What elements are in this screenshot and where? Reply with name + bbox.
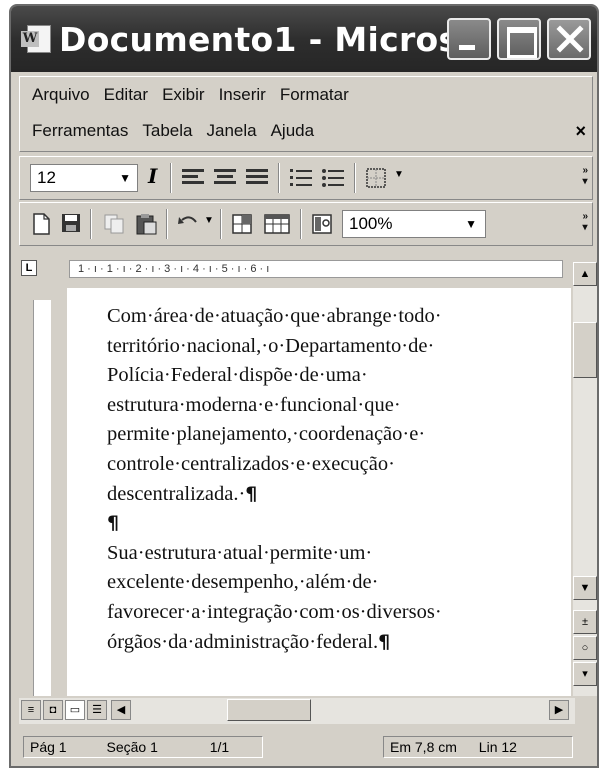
italic-button[interactable]: I [148, 164, 157, 188]
print-view-icon[interactable]: ▭ [65, 700, 85, 720]
menu-exibir[interactable]: Exibir [162, 85, 205, 105]
status-position: Em 7,8 cm Lin 12 [383, 736, 573, 758]
scroll-right-button[interactable]: ▶ [549, 700, 569, 720]
status-line: Lin 12 [478, 739, 517, 755]
tab-selector[interactable]: L [21, 260, 37, 276]
text-line: favorecer·a·integração·com·os·diversos· [107, 600, 442, 623]
status-position-value: Em 7,8 cm [390, 739, 457, 755]
formatting-toolbar: 12 ▼ I ▼ » ▾ [19, 156, 593, 200]
status-page-of: 1/1 [209, 739, 230, 755]
align-center-icon[interactable] [212, 166, 238, 190]
insert-excel-icon[interactable] [262, 212, 292, 236]
doc-map-icon[interactable] [310, 212, 336, 236]
text-line: descentralizada.·¶ [107, 480, 547, 510]
scroll-up-button[interactable]: ▲ [573, 262, 597, 286]
text-line: órgãos·da·administração·federal.¶ [107, 628, 547, 658]
horizontal-ruler[interactable]: L 1 · ı · 1 · ı · 2 · ı · 3 · ı · 4 · ı … [19, 256, 593, 282]
new-document-icon[interactable] [30, 212, 52, 236]
word-app-icon[interactable]: W [19, 21, 55, 57]
save-icon[interactable] [60, 212, 82, 236]
menu-formatar[interactable]: Formatar [280, 85, 349, 105]
document-page[interactable]: Com·área·de·atuação·que·abrange·todo· te… [67, 288, 571, 696]
insert-table-icon[interactable] [230, 212, 256, 236]
menu-ferramentas[interactable]: Ferramentas [32, 121, 128, 141]
close-icon [556, 25, 584, 53]
menu-tabela[interactable]: Tabela [142, 121, 192, 141]
pilcrow-mark: ¶ [107, 512, 120, 535]
copy-icon[interactable] [102, 212, 128, 236]
font-size-select[interactable]: 12 ▼ [30, 164, 138, 192]
toolbar-options-icon[interactable]: » ▾ [582, 211, 588, 233]
chevron-down-icon: ▼ [465, 217, 477, 231]
align-left-icon[interactable] [180, 166, 206, 190]
scroll-down-button[interactable]: ▼ [573, 576, 597, 600]
text-line: controle·centralizados·e·execução· [107, 452, 395, 475]
text-line: estrutura·moderna·e·funcional·que· [107, 393, 401, 416]
text-line: Polícia·Federal·dispõe·de·uma· [107, 364, 368, 387]
text-line: Com·área·de·atuação·que·abrange·todo· [107, 305, 442, 327]
menu-arquivo[interactable]: Arquivo [32, 85, 90, 105]
previous-page-button[interactable]: ± [573, 610, 597, 634]
bulleted-list-icon[interactable] [320, 166, 346, 190]
menu-inserir[interactable]: Inserir [219, 85, 266, 105]
chevron-down-icon[interactable]: ▼ [394, 169, 404, 180]
maximize-button[interactable] [497, 18, 541, 60]
status-bar: Pág 1 Seção 1 1/1 Em 7,8 cm Lin 12 [19, 734, 593, 762]
menu-ajuda[interactable]: Ajuda [271, 121, 314, 141]
status-page-section: Pág 1 Seção 1 1/1 [23, 736, 263, 758]
end-mark: ¶ [378, 630, 391, 653]
menu-bar: Arquivo Editar Exibir Inserir Formatar F… [19, 76, 593, 152]
paste-icon[interactable] [134, 212, 160, 236]
text-line: território·nacional,·o·Departamento·de· [107, 334, 435, 357]
horizontal-scroll-thumb[interactable] [227, 699, 311, 721]
pilcrow-mark: ¶ [245, 482, 258, 505]
menu-janela[interactable]: Janela [206, 121, 256, 141]
outline-view-icon[interactable]: ☰ [87, 700, 107, 720]
font-size-value: 12 [37, 168, 56, 187]
word-window: W Documento1 - Microso... Arquivo Editar… [9, 4, 599, 768]
ruler-marks: 1 · ı · 1 · ı · 2 · ı · 3 · ı · 4 · ı · … [78, 263, 270, 275]
horizontal-scrollbar[interactable]: ≡ ◘ ▭ ☰ ◀ ▶ [19, 698, 575, 724]
document-body[interactable]: Com·área·de·atuação·que·abrange·todo· te… [107, 302, 547, 657]
chevron-down-icon[interactable]: ▼ [204, 215, 214, 226]
toolbar-options-icon[interactable]: » ▾ [582, 165, 588, 187]
select-browse-object-button[interactable]: ○ [573, 636, 597, 660]
text-line-content: órgãos·da·administração·federal. [107, 630, 379, 653]
status-section: Seção 1 [106, 739, 158, 755]
undo-icon[interactable] [176, 212, 202, 236]
zoom-value: 100% [349, 214, 393, 233]
text-line-content: descentralizada.· [107, 482, 246, 505]
status-page: Pág 1 [30, 739, 67, 755]
zoom-select[interactable]: 100% ▼ [342, 210, 486, 238]
empty-paragraph: ¶ [107, 509, 547, 539]
web-view-icon[interactable]: ◘ [43, 700, 63, 720]
minimize-button[interactable] [447, 18, 491, 60]
scroll-thumb[interactable] [573, 322, 597, 378]
numbered-list-icon[interactable] [288, 166, 314, 190]
vertical-ruler [21, 286, 61, 696]
text-line: excelente·desempenho,·além·de· [107, 571, 379, 594]
ruler-strip: 1 · ı · 1 · ı · 2 · ı · 3 · ı · 4 · ı · … [69, 260, 563, 278]
vertical-scrollbar[interactable]: ▲ ▼ ± ○ ▾ [573, 262, 597, 696]
close-button[interactable] [547, 18, 591, 60]
borders-icon[interactable] [364, 166, 390, 190]
document-close-button[interactable]: × [575, 121, 586, 142]
scroll-left-button[interactable]: ◀ [111, 700, 131, 720]
justify-icon[interactable] [244, 166, 270, 190]
title-bar[interactable]: W Documento1 - Microso... [11, 6, 597, 72]
text-line: permite·planejamento,·coordenação·e· [107, 423, 426, 446]
text-line: Sua·estrutura·atual·permite·um· [107, 541, 373, 564]
normal-view-icon[interactable]: ≡ [21, 700, 41, 720]
menu-editar[interactable]: Editar [104, 85, 148, 105]
standard-toolbar: ▼ 100% ▼ » ▾ [19, 202, 593, 246]
next-page-button[interactable]: ▾ [573, 662, 597, 686]
chevron-down-icon: ▼ [119, 171, 131, 185]
